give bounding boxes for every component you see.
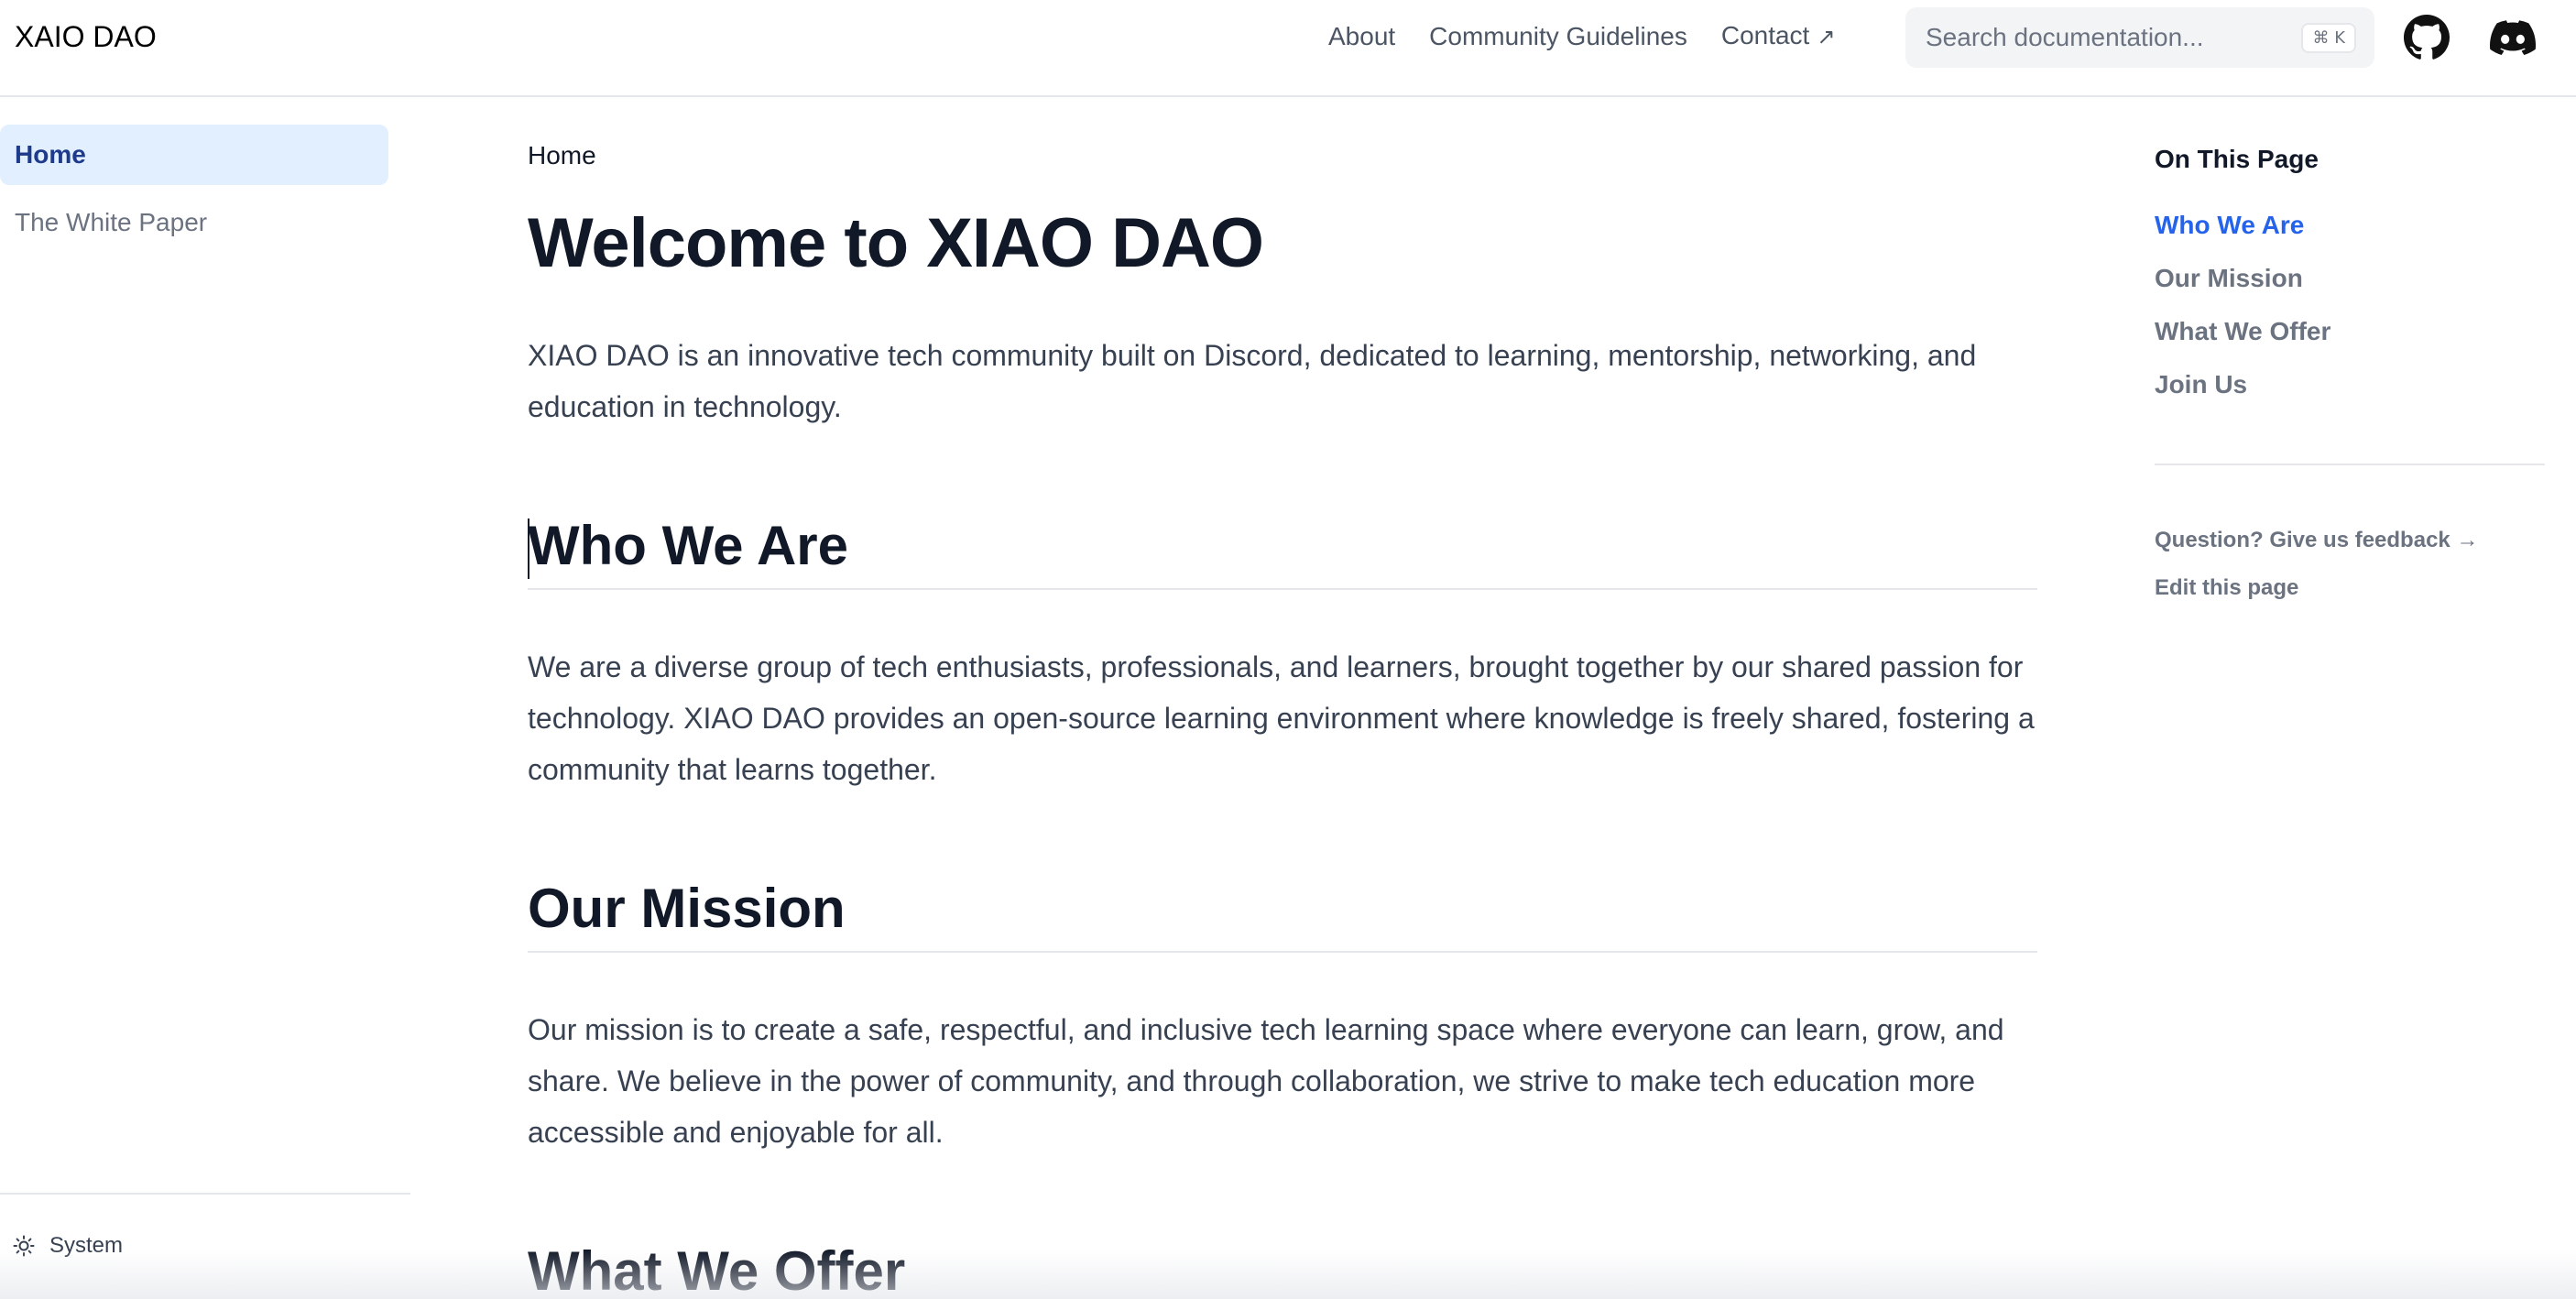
section-body-who-we-are: We are a diverse group of tech enthusias… [528, 650, 2035, 786]
toc-item-join-us[interactable]: Join Us [2155, 368, 2247, 401]
discord-icon [2490, 20, 2536, 55]
theme-toggle[interactable]: System [13, 1233, 123, 1259]
nav-link-community-guidelines[interactable]: Community Guidelines [1429, 18, 1687, 55]
breadcrumb: Home [528, 141, 596, 169]
text-cursor [528, 519, 529, 579]
github-icon [2404, 15, 2450, 60]
theme-label: System [49, 1233, 124, 1258]
feedback-link[interactable]: Question? Give us feedback → [2155, 526, 2478, 555]
site-logo[interactable]: XAIO DAO [15, 18, 157, 55]
section-heading-who-we-are: Who We Are [528, 509, 2037, 590]
main-content: Home Welcome to XIAO DAO XIAO DAO is an … [528, 97, 2037, 1299]
section-heading-our-mission: Our Mission [528, 872, 2037, 953]
sun-icon [13, 1235, 35, 1257]
top-nav: About Community Guidelines Contact ↗ [1328, 18, 1835, 55]
search-box[interactable]: ⌘ K [1905, 7, 2374, 68]
github-button[interactable] [2404, 15, 2450, 60]
sidebar-item-white-paper[interactable]: The White Paper [0, 192, 388, 253]
top-navbar: XAIO DAO About Community Guidelines Cont… [0, 0, 2576, 97]
table-of-contents: On This Page Who We Are Our Mission What… [2155, 97, 2545, 738]
toc-title: On This Page [2155, 145, 2319, 173]
discord-button[interactable] [2490, 15, 2536, 60]
sidebar-item-home[interactable]: Home [0, 125, 388, 185]
search-shortcut-badge: ⌘ K [2301, 22, 2356, 53]
edit-page-link[interactable]: Edit this page [2155, 573, 2298, 603]
intro-paragraph: XIAO DAO is an innovative tech community… [528, 339, 1977, 423]
toc-item-our-mission[interactable]: Our Mission [2155, 262, 2303, 295]
external-link-icon: ↗ [1817, 25, 1836, 49]
nav-link-contact[interactable]: Contact ↗ [1721, 17, 1836, 56]
toc-divider [2155, 464, 2545, 465]
toc-item-what-we-offer[interactable]: What We Offer [2155, 315, 2330, 348]
nav-link-about[interactable]: About [1328, 18, 1395, 55]
nav-link-contact-label: Contact [1720, 21, 1810, 49]
search-input[interactable] [1924, 22, 2302, 53]
toc-item-who-we-are[interactable]: Who We Are [2155, 209, 2304, 242]
section-heading-what-we-offer: What We Offer [528, 1240, 906, 1299]
left-sidebar: Home The White Paper System [0, 97, 410, 1299]
page-title: Welcome to XIAO DAO [528, 204, 1264, 282]
sidebar-footer: System [0, 1193, 410, 1299]
section-heading-who-we-are-label: Who We Are [528, 515, 849, 576]
section-body-our-mission: Our mission is to create a safe, respect… [528, 1013, 2004, 1149]
